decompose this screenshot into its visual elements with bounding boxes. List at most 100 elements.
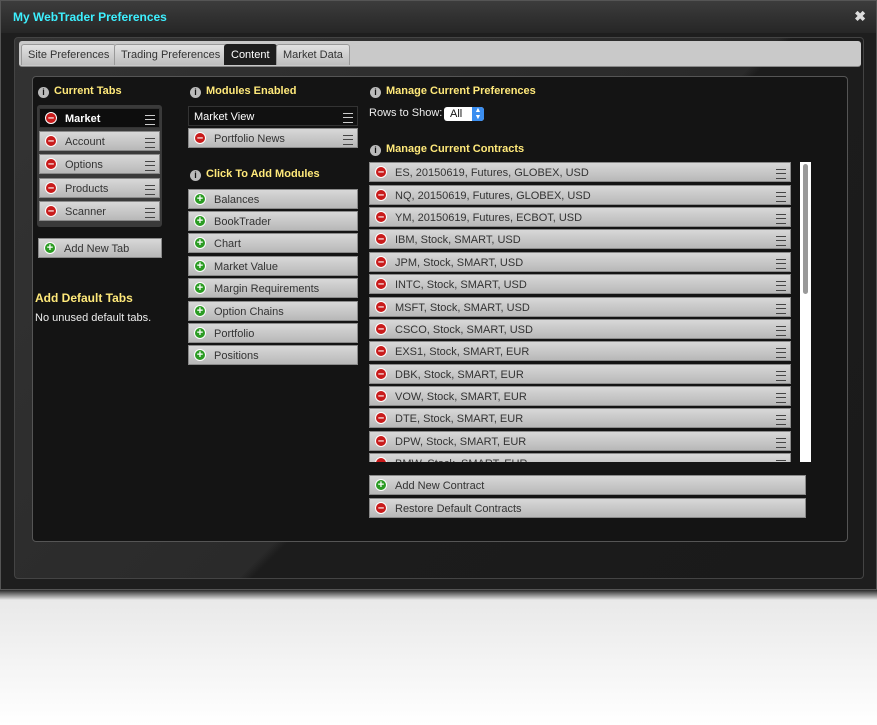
add-module-balances[interactable]: + Balances (188, 189, 358, 209)
tab-item-account[interactable]: – Account (39, 131, 160, 151)
scrollbar-thumb[interactable] (803, 164, 808, 294)
drag-handle-icon[interactable] (776, 214, 786, 224)
contract-row[interactable]: – DPW, Stock, SMART, EUR (369, 431, 791, 451)
add-module-booktrader[interactable]: + BookTrader (188, 211, 358, 231)
drag-handle-icon[interactable] (145, 115, 155, 125)
title-bar[interactable]: My WebTrader Preferences ✖ (1, 1, 876, 33)
drag-handle-icon[interactable] (776, 415, 786, 425)
tab-item-scanner[interactable]: – Scanner (39, 201, 160, 221)
remove-icon[interactable]: – (375, 166, 387, 178)
drag-handle-icon[interactable] (343, 135, 353, 145)
drag-handle-icon[interactable] (145, 208, 155, 218)
remove-icon[interactable]: – (375, 233, 387, 245)
remove-icon[interactable]: – (45, 205, 57, 217)
add-module-portfolio[interactable]: + Portfolio (188, 323, 358, 343)
drag-handle-icon[interactable] (776, 304, 786, 314)
contract-row[interactable]: – DBK, Stock, SMART, EUR (369, 364, 791, 384)
remove-icon[interactable]: – (375, 323, 387, 335)
rows-to-show-label: Rows to Show: (369, 107, 443, 119)
drag-handle-icon[interactable] (145, 138, 155, 148)
contract-row[interactable]: – CSCO, Stock, SMART, USD (369, 319, 791, 339)
contract-row[interactable]: – NQ, 20150619, Futures, GLOBEX, USD (369, 185, 791, 205)
tab-item-market[interactable]: – Market (39, 108, 160, 128)
drag-handle-icon[interactable] (343, 113, 353, 123)
rows-to-show-select[interactable]: All ▲ ▼ (444, 107, 484, 121)
info-icon[interactable]: i (370, 145, 381, 156)
manage-contracts-header: i Manage Current Contracts (370, 143, 524, 156)
drag-handle-icon[interactable] (776, 169, 786, 179)
drag-handle-icon[interactable] (145, 161, 155, 171)
remove-icon[interactable]: – (45, 112, 57, 124)
remove-icon[interactable]: – (45, 158, 57, 170)
current-tabs-header: i Current Tabs (38, 85, 122, 98)
info-icon[interactable]: i (190, 87, 201, 98)
tab-site-preferences[interactable]: Site Preferences (21, 44, 117, 65)
drag-handle-icon[interactable] (776, 326, 786, 336)
close-icon[interactable]: ✖ (854, 8, 866, 25)
remove-icon[interactable]: – (375, 278, 387, 290)
drag-handle-icon[interactable] (776, 438, 786, 448)
contracts-list[interactable]: – ES, 20150619, Futures, GLOBEX, USD – N… (369, 162, 811, 462)
remove-icon[interactable]: – (375, 435, 387, 447)
drag-handle-icon[interactable] (776, 460, 786, 462)
add-module-chart[interactable]: + Chart (188, 233, 358, 253)
tab-content[interactable]: Content (224, 44, 277, 65)
contract-row[interactable]: – VOW, Stock, SMART, EUR (369, 386, 791, 406)
remove-icon[interactable]: – (375, 368, 387, 380)
contract-row[interactable]: – BMW, Stock, SMART, EUR (369, 453, 791, 462)
drag-handle-icon[interactable] (776, 192, 786, 202)
add-module-market-value[interactable]: + Market Value (188, 256, 358, 276)
module-portfolio-news[interactable]: – Portfolio News (188, 128, 358, 148)
add-module-option-chains[interactable]: + Option Chains (188, 301, 358, 321)
contract-row[interactable]: – MSFT, Stock, SMART, USD (369, 297, 791, 317)
drag-handle-icon[interactable] (776, 371, 786, 381)
info-icon[interactable]: i (190, 170, 201, 181)
remove-icon[interactable]: – (375, 256, 387, 268)
remove-icon[interactable]: – (375, 412, 387, 424)
contract-row[interactable]: – JPM, Stock, SMART, USD (369, 252, 791, 272)
add-icon: + (194, 260, 206, 272)
remove-icon[interactable]: – (375, 457, 387, 462)
add-icon: + (194, 349, 206, 361)
contract-row[interactable]: – INTC, Stock, SMART, USD (369, 274, 791, 294)
contract-row[interactable]: – ES, 20150619, Futures, GLOBEX, USD (369, 162, 791, 182)
remove-icon[interactable]: – (375, 211, 387, 223)
remove-icon: – (375, 502, 387, 514)
remove-icon[interactable]: – (194, 132, 206, 144)
tab-trading-preferences[interactable]: Trading Preferences (114, 44, 228, 65)
add-modules-header: i Click To Add Modules (190, 168, 320, 181)
contract-row[interactable]: – EXS1, Stock, SMART, EUR (369, 341, 791, 361)
drag-handle-icon[interactable] (145, 185, 155, 195)
manage-preferences-header: i Manage Current Preferences (370, 85, 536, 98)
module-market-view[interactable]: Market View (188, 106, 358, 126)
add-module-positions[interactable]: + Positions (188, 345, 358, 365)
contract-row[interactable]: – IBM, Stock, SMART, USD (369, 229, 791, 249)
add-icon: + (194, 282, 206, 294)
drag-handle-icon[interactable] (776, 236, 786, 246)
remove-icon[interactable]: – (375, 345, 387, 357)
info-icon[interactable]: i (370, 87, 381, 98)
contract-row[interactable]: – YM, 20150619, Futures, ECBOT, USD (369, 207, 791, 227)
contract-row[interactable]: – DTE, Stock, SMART, EUR (369, 408, 791, 428)
tab-strip: Site Preferences Trading Preferences Con… (19, 41, 861, 67)
info-icon[interactable]: i (38, 87, 49, 98)
remove-icon[interactable]: – (375, 390, 387, 402)
remove-icon[interactable]: – (45, 182, 57, 194)
contracts-scrollbar[interactable] (800, 162, 811, 462)
add-module-margin-requirements[interactable]: + Margin Requirements (188, 278, 358, 298)
drag-handle-icon[interactable] (776, 281, 786, 291)
tab-item-options[interactable]: – Options (39, 154, 160, 174)
add-new-contract-button[interactable]: + Add New Contract (369, 475, 806, 495)
tab-market-data[interactable]: Market Data (276, 44, 350, 65)
remove-icon[interactable]: – (45, 135, 57, 147)
add-icon: + (194, 215, 206, 227)
drag-handle-icon[interactable] (776, 393, 786, 403)
restore-default-contracts-button[interactable]: – Restore Default Contracts (369, 498, 806, 518)
tab-item-products[interactable]: – Products (39, 178, 160, 198)
add-new-tab-button[interactable]: + Add New Tab (38, 238, 162, 258)
drag-handle-icon[interactable] (776, 259, 786, 269)
drag-handle-icon[interactable] (776, 348, 786, 358)
add-icon: + (194, 327, 206, 339)
remove-icon[interactable]: – (375, 301, 387, 313)
remove-icon[interactable]: – (375, 189, 387, 201)
